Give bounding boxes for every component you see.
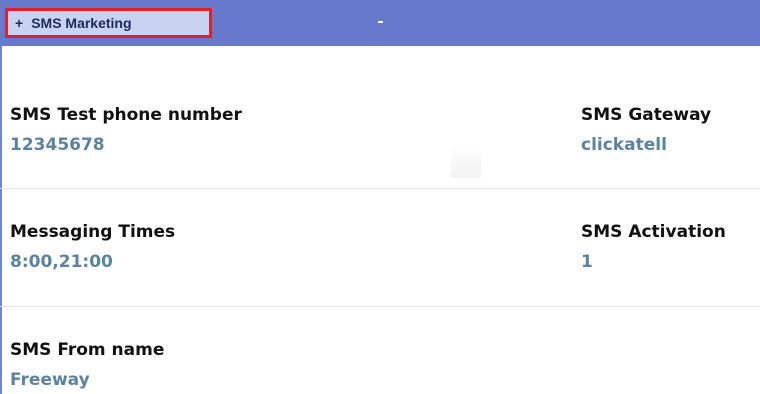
field-messaging-times: Messaging Times 8:00,21:00 <box>10 222 175 272</box>
field-sms-from-name: SMS From name Freeway <box>10 340 164 390</box>
row-divider <box>0 188 760 189</box>
field-value: Freeway <box>10 370 90 390</box>
field-label: SMS From name <box>10 340 165 360</box>
row-divider <box>0 306 760 307</box>
section-header-bar: + SMS Marketing <box>0 0 760 46</box>
sms-marketing-toggle[interactable]: + SMS Marketing <box>5 8 212 38</box>
field-value: 8:00,21:00 <box>10 252 113 272</box>
field-value: 1 <box>581 252 593 272</box>
field-value: clickatell <box>581 135 667 155</box>
field-label: SMS Activation <box>581 222 726 242</box>
header-marker <box>378 21 383 23</box>
expand-plus-icon: + <box>15 15 24 31</box>
field-label: SMS Test phone number <box>10 105 242 125</box>
blank-placeholder <box>451 145 481 178</box>
field-sms-activation: SMS Activation 1 <box>581 222 726 272</box>
field-sms-test-phone: SMS Test phone number 12345678 <box>10 105 242 155</box>
field-value: 12345678 <box>10 135 105 155</box>
field-sms-gateway: SMS Gateway clickatell <box>581 105 711 155</box>
field-label: SMS Gateway <box>581 105 712 125</box>
panel-left-border <box>0 0 2 394</box>
field-label: Messaging Times <box>10 222 176 242</box>
section-title: SMS Marketing <box>31 15 132 31</box>
